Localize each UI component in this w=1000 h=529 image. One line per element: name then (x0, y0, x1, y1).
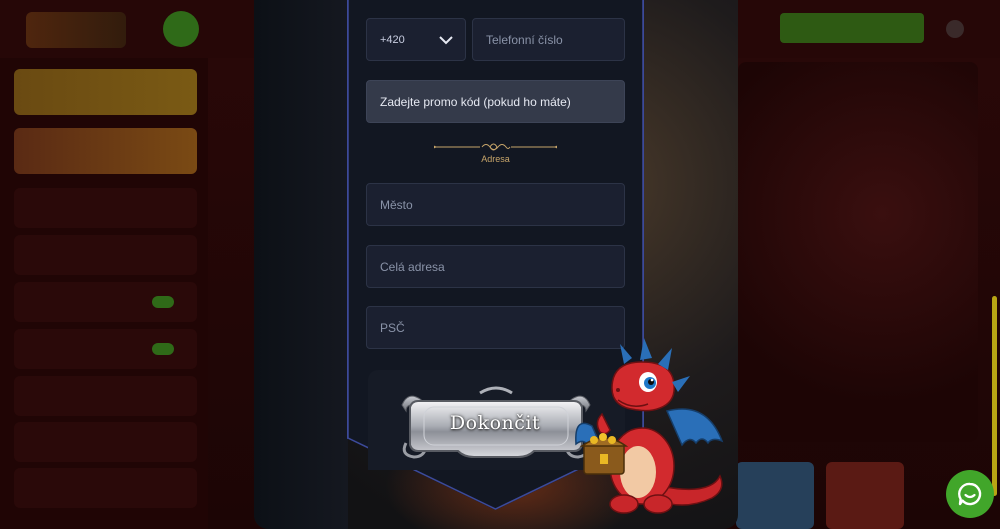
background-badge (152, 343, 174, 355)
scrollbar[interactable] (992, 296, 997, 496)
finish-button[interactable] (398, 383, 594, 469)
background-sidebar-item (14, 376, 197, 416)
background-sidebar-item (14, 468, 197, 508)
background-sidebar-item (14, 188, 197, 228)
city-field[interactable]: Město (366, 183, 625, 226)
background-sidebar-item (14, 235, 197, 275)
background-game-thumbnail (826, 462, 904, 529)
avatar (163, 11, 199, 47)
background-game-art (738, 62, 978, 442)
background-game-thumbnail (736, 462, 814, 529)
address-field[interactable]: Celá adresa (366, 245, 625, 288)
background-promo-banner-2 (14, 128, 197, 174)
modal-background-art (254, 0, 348, 529)
promo-code-field[interactable]: Zadejte promo kód (pokud ho máte) (366, 80, 625, 123)
background-badge (152, 296, 174, 308)
chevron-down-icon (439, 36, 453, 45)
background-menu-icon (946, 20, 964, 38)
phone-number-field[interactable]: Telefonní číslo (472, 18, 625, 61)
dragon-mascot-icon (575, 338, 724, 514)
city-placeholder: Město (380, 197, 413, 212)
ornament-divider-icon (434, 143, 557, 151)
site-logo (26, 12, 126, 48)
country-code-value: +420 (380, 33, 405, 46)
country-code-select[interactable]: +420 (366, 18, 466, 61)
chat-icon (958, 482, 982, 506)
zip-code-placeholder: PSČ (380, 320, 405, 335)
phone-number-placeholder: Telefonní číslo (486, 32, 563, 47)
background-sidebar-item (14, 422, 197, 462)
address-placeholder: Celá adresa (380, 259, 445, 274)
background-register-button (780, 13, 924, 43)
live-chat-button[interactable] (946, 470, 994, 518)
address-section-label: Adresa (481, 154, 510, 164)
background-promo-banner-1 (14, 69, 197, 115)
promo-code-placeholder: Zadejte promo kód (pokud ho máte) (380, 94, 571, 109)
